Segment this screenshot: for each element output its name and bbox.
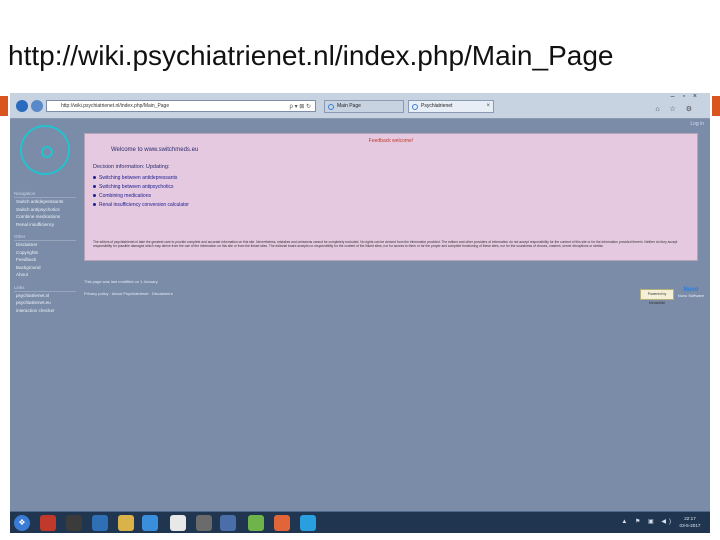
link-renal-calculator[interactable]: Renal insufficiency conversion calculato… (99, 202, 189, 208)
address-text: http://wiki.psychiatrienet.nl/index.php/… (61, 103, 170, 109)
browser-toolbar: http://wiki.psychiatrienet.nl/index.php/… (10, 93, 710, 119)
bullet-icon (93, 185, 96, 189)
list-item[interactable]: Combining medications (93, 192, 189, 201)
clock-date: 03-5-2017 (679, 523, 701, 528)
explorer-icon[interactable] (196, 515, 212, 531)
sidebar-heading-navigation: Navigation (14, 191, 76, 198)
slide-title: http://wiki.psychiatrienet.nl/index.php/… (8, 40, 614, 71)
sidebar-item-feedback[interactable]: Feedback (14, 256, 76, 264)
sidebar-item-psychiatrienet-nl[interactable]: psychiatrienet.nl (14, 292, 76, 300)
site-logo[interactable] (20, 125, 70, 175)
sidebar-heading-other: Other (14, 234, 76, 241)
sidebar-item-copyrights[interactable]: Copyrights (14, 249, 76, 257)
firefox-icon[interactable] (274, 515, 290, 531)
wiki-favicon-icon (328, 104, 334, 110)
logo-dot-icon (41, 146, 53, 158)
sidebar-item-about[interactable]: About (14, 271, 76, 279)
footer-links[interactable]: Privacy policy · About Psychiatrienet · … (84, 291, 173, 296)
main-content: Feedback welcome! Welcome to www.switchm… (84, 133, 698, 261)
link-combining-medications[interactable]: Combining medications (99, 193, 151, 199)
sidebar: Navigation Switch antidepressants Switch… (14, 185, 76, 314)
sidebar-item-disclaimer[interactable]: Disclaimer (14, 241, 76, 249)
description-title: Decision information: Updating: (93, 164, 170, 170)
tab-psychiatrienet[interactable]: Psychiatrienet × (408, 100, 494, 113)
nuvo-software-badge[interactable]: Nuvo Nuvo Software (676, 287, 706, 301)
sidebar-item-combine-medications[interactable]: Combine medications (14, 213, 76, 221)
address-bar[interactable]: http://wiki.psychiatrienet.nl/index.php/… (46, 100, 316, 112)
accent-bar-right (712, 96, 720, 116)
paint-icon[interactable] (40, 515, 56, 531)
site-notice[interactable]: Feedback welcome! (85, 138, 697, 144)
windows-taskbar: ❖ ▲ ⚑ ▣ ◀) 22:17 03-5-2017 (10, 511, 710, 533)
sidebar-item-switch-antipsychotics[interactable]: Switch antipsychotics (14, 206, 76, 214)
bullet-icon (93, 203, 96, 207)
sidebar-item-interaction-checker[interactable]: interaction checker (14, 307, 76, 315)
tool-links-list: Switching between antidepressants Switch… (93, 174, 189, 210)
sidebar-heading-links: Links (14, 285, 76, 292)
clock-time: 22:17 (684, 516, 696, 521)
sidebar-item-switch-antidepressants[interactable]: Switch antidepressants (14, 198, 76, 206)
list-item[interactable]: Renal insufficiency conversion calculato… (93, 201, 189, 210)
internet-explorer-icon[interactable] (142, 515, 158, 531)
skype-icon[interactable] (300, 515, 316, 531)
chrome-icon[interactable] (248, 515, 264, 531)
tab-label: Main Page (337, 103, 361, 109)
tab-label: Psychiatrienet (421, 103, 453, 109)
tab-main-page[interactable]: Main Page (324, 100, 404, 113)
folder-icon[interactable] (118, 515, 134, 531)
accent-bar-left (0, 96, 8, 116)
sidebar-item-psychiatrienet-eu[interactable]: psychiatrienet.eu (14, 299, 76, 307)
app-icon[interactable] (220, 515, 236, 531)
link-switching-antipsychotics[interactable]: Switching between antipsychotics (99, 184, 174, 190)
close-tab-icon[interactable]: × (486, 101, 490, 112)
list-item[interactable]: Switching between antipsychotics (93, 183, 189, 192)
start-button[interactable]: ❖ (14, 515, 30, 531)
link-switching-antidepressants[interactable]: Switching between antidepressants (99, 175, 177, 181)
forward-button[interactable] (31, 100, 43, 112)
powered-by-mediawiki-badge[interactable]: Powered by MediaWiki (640, 289, 674, 305)
psychiatrienet-favicon-icon (412, 104, 418, 110)
address-controls-icon[interactable]: ρ ▾ ⊠ ↻ (290, 102, 311, 111)
last-modified: This page was last modified on 1 January… (84, 279, 159, 284)
list-item[interactable]: Switching between antidepressants (93, 174, 189, 183)
toolbar-icons[interactable]: ⌂ ☆ ⚙ (655, 105, 696, 113)
nuvo-label: Nuvo Software (677, 293, 705, 298)
word-icon[interactable] (92, 515, 108, 531)
sidebar-item-renal-insufficiency[interactable]: Renal insufficiency (14, 221, 76, 229)
bullet-icon (93, 194, 96, 198)
acrobat-icon[interactable] (170, 515, 186, 531)
login-link[interactable]: Log in (690, 121, 704, 127)
window-controls[interactable]: – ▫ × (671, 93, 700, 100)
disclaimer-text: The editors of psychiatrienet.nl take th… (93, 240, 678, 249)
taskbar-clock[interactable]: 22:17 03-5-2017 (676, 515, 704, 529)
back-button[interactable] (16, 100, 28, 112)
page-title: Welcome to www.switchmeds.eu (111, 147, 199, 153)
sidebar-item-background[interactable]: Background (14, 264, 76, 272)
media-player-icon[interactable] (66, 515, 82, 531)
bullet-icon (93, 176, 96, 180)
screenshot-frame: http://wiki.psychiatrienet.nl/index.php/… (10, 93, 710, 533)
system-tray-icons[interactable]: ▲ ⚑ ▣ ◀) (621, 518, 674, 525)
